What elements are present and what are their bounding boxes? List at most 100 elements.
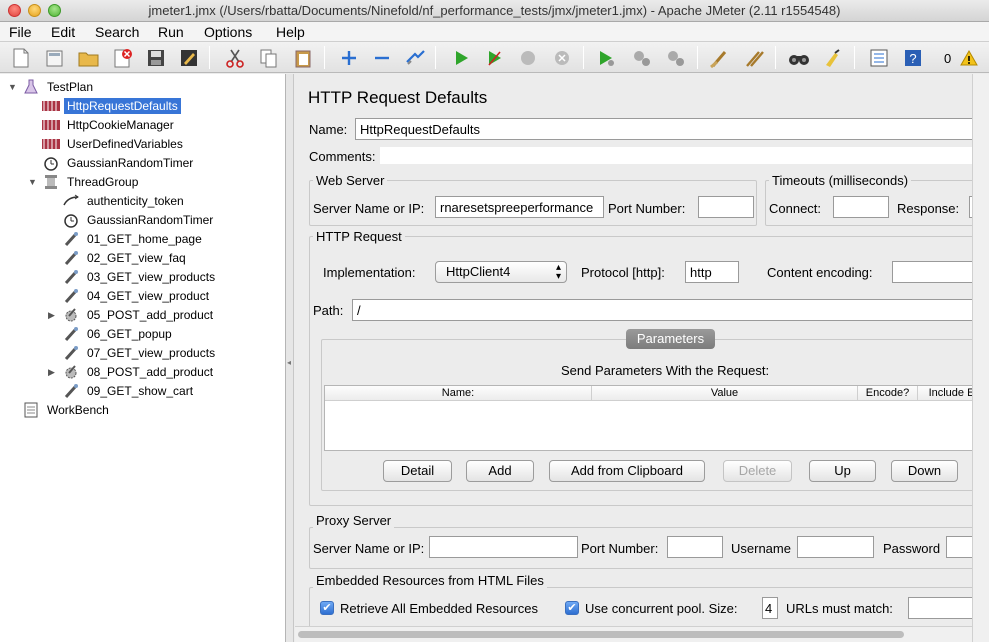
expand-testplan-icon[interactable]: ▼ <box>8 82 17 92</box>
pane-splitter[interactable]: ◂ <box>286 74 294 642</box>
tree-item-01-get-home-page[interactable]: 01_GET_home_page <box>62 229 205 248</box>
stop-icon[interactable] <box>515 45 541 70</box>
warning-icon[interactable] <box>956 45 982 70</box>
cut-icon[interactable] <box>222 45 248 70</box>
server-name-field[interactable]: rnaresetspreeperformance <box>435 196 604 218</box>
help-icon[interactable]: ? <box>900 45 926 70</box>
remote-start-icon[interactable] <box>594 45 620 70</box>
paste-icon[interactable] <box>290 45 316 70</box>
menu-file[interactable]: File <box>9 24 32 40</box>
tree-item-04-get-view-product[interactable]: 04_GET_view_product <box>62 286 212 305</box>
clear-all-icon[interactable] <box>741 45 767 70</box>
start-no-timers-icon[interactable] <box>481 45 507 70</box>
proxy-username-field[interactable] <box>797 536 874 558</box>
menu-help[interactable]: Help <box>276 24 305 40</box>
protocol-field[interactable]: http <box>685 261 739 283</box>
test-plan-tree[interactable]: ▼ TestPlan HttpRequestDefaults HttpCooki… <box>0 74 286 642</box>
add-button[interactable]: Add <box>466 460 534 482</box>
close-icon[interactable] <box>110 45 136 70</box>
horizontal-scrollbar[interactable] <box>295 626 972 642</box>
sampler-icon <box>62 269 80 285</box>
tree-item-02-get-view-faq[interactable]: 02_GET_view_faq <box>62 248 189 267</box>
name-field[interactable]: HttpRequestDefaults <box>355 118 975 140</box>
workbench-icon <box>22 402 40 418</box>
concurrent-pool-checkbox[interactable]: ✔ <box>565 601 579 615</box>
remote-shutdown-icon[interactable] <box>663 45 689 70</box>
sampler-icon <box>62 307 80 323</box>
parameters-table[interactable]: Name: Value Encode? Include E <box>324 385 985 451</box>
templates-icon[interactable] <box>42 45 68 70</box>
tree-item-httprequestdefaults[interactable]: HttpRequestDefaults <box>42 96 181 115</box>
tree-item-authenticity-token[interactable]: authenticity_token <box>62 191 187 210</box>
search-icon[interactable] <box>786 45 812 70</box>
reset-search-icon[interactable] <box>820 45 846 70</box>
menu-options[interactable]: Options <box>204 24 252 40</box>
close-window-button[interactable] <box>8 4 21 17</box>
open-folder-icon[interactable] <box>76 45 102 70</box>
column-header-value[interactable]: Value <box>592 386 858 401</box>
minimize-window-button[interactable] <box>28 4 41 17</box>
tree-item-06-get-popup[interactable]: 06_GET_popup <box>62 324 175 343</box>
up-button[interactable]: Up <box>809 460 876 482</box>
function-helper-icon[interactable] <box>866 45 892 70</box>
retrieve-all-embedded-checkbox[interactable]: ✔ <box>320 601 334 615</box>
toggle-icon[interactable] <box>402 45 428 70</box>
save-node-icon[interactable] <box>176 45 202 70</box>
column-header-encode[interactable]: Encode? <box>858 386 918 401</box>
horizontal-scroll-thumb[interactable] <box>298 631 904 638</box>
start-icon[interactable] <box>448 45 474 70</box>
tree-item-08-post-add-product[interactable]: 08_POST_add_product <box>62 362 216 381</box>
menu-run[interactable]: Run <box>158 24 184 40</box>
save-icon[interactable] <box>143 45 169 70</box>
tree-item-testplan[interactable]: TestPlan <box>22 77 96 96</box>
tree-item-label: 07_GET_view_products <box>87 345 216 360</box>
menu-edit[interactable]: Edit <box>51 24 75 40</box>
clear-icon[interactable] <box>707 45 733 70</box>
collapse-all-icon[interactable] <box>369 45 395 70</box>
expand-05-post-icon[interactable]: ▶ <box>48 310 55 321</box>
http-request-defaults-panel: HTTP Request Defaults Name: HttpRequestD… <box>295 74 989 642</box>
tree-item-httpcookiemanager[interactable]: HttpCookieManager <box>42 115 177 134</box>
port-number-field[interactable] <box>698 196 754 218</box>
proxy-port-field[interactable] <box>667 536 723 558</box>
new-icon[interactable] <box>8 45 34 70</box>
tree-item-09-get-show-cart[interactable]: 09_GET_show_cart <box>62 381 196 400</box>
proxy-server-label: Server Name or IP: <box>313 541 425 556</box>
expand-all-icon[interactable] <box>336 45 362 70</box>
implementation-select[interactable]: HttpClient4 ▴ ▾ <box>435 261 567 283</box>
shutdown-icon[interactable] <box>549 45 575 70</box>
protocol-label: Protocol [http]: <box>581 265 665 280</box>
tree-item-threadgroup[interactable]: ThreadGroup <box>42 172 141 191</box>
proxy-password-label: Password <box>883 541 941 556</box>
menu-search[interactable]: Search <box>95 24 139 40</box>
tree-item-07-get-view-products[interactable]: 07_GET_view_products <box>62 343 218 362</box>
tab-parameters[interactable]: Parameters <box>626 329 715 349</box>
pool-size-field[interactable]: 4 <box>762 597 778 619</box>
tree-item-gaussianrandomtimer[interactable]: GaussianRandomTimer <box>42 153 196 172</box>
path-field[interactable]: / <box>352 299 985 321</box>
response-label: Response: <box>897 201 960 216</box>
tree-item-label: UserDefinedVariables <box>67 136 183 151</box>
tree-item-03-get-view-products[interactable]: 03_GET_view_products <box>62 267 218 286</box>
remote-stop-icon[interactable] <box>629 45 655 70</box>
connect-timeout-field[interactable] <box>833 196 889 218</box>
copy-icon[interactable] <box>256 45 282 70</box>
tree-item-gaussianrandomtimer-2[interactable]: GaussianRandomTimer <box>62 210 216 229</box>
delete-button[interactable]: Delete <box>723 460 792 482</box>
add-from-clipboard-button[interactable]: Add from Clipboard <box>549 460 705 482</box>
detail-button[interactable]: Detail <box>383 460 452 482</box>
sampler-icon <box>62 326 80 342</box>
server-name-label: Server Name or IP: <box>313 201 425 216</box>
zoom-window-button[interactable] <box>48 4 61 17</box>
tree-item-userdefinedvariables[interactable]: UserDefinedVariables <box>42 134 186 153</box>
expand-08-post-icon[interactable]: ▶ <box>48 367 55 378</box>
proxy-server-field[interactable] <box>429 536 578 558</box>
proxy-port-label: Port Number: <box>581 541 659 556</box>
vertical-scrollbar[interactable] <box>972 74 989 642</box>
tree-item-05-post-add-product[interactable]: 05_POST_add_product <box>62 305 216 324</box>
down-button[interactable]: Down <box>891 460 958 482</box>
comments-field[interactable] <box>380 147 975 164</box>
tree-item-workbench[interactable]: WorkBench <box>22 400 112 419</box>
column-header-name[interactable]: Name: <box>325 386 592 401</box>
expand-threadgroup-icon[interactable]: ▼ <box>28 177 37 187</box>
